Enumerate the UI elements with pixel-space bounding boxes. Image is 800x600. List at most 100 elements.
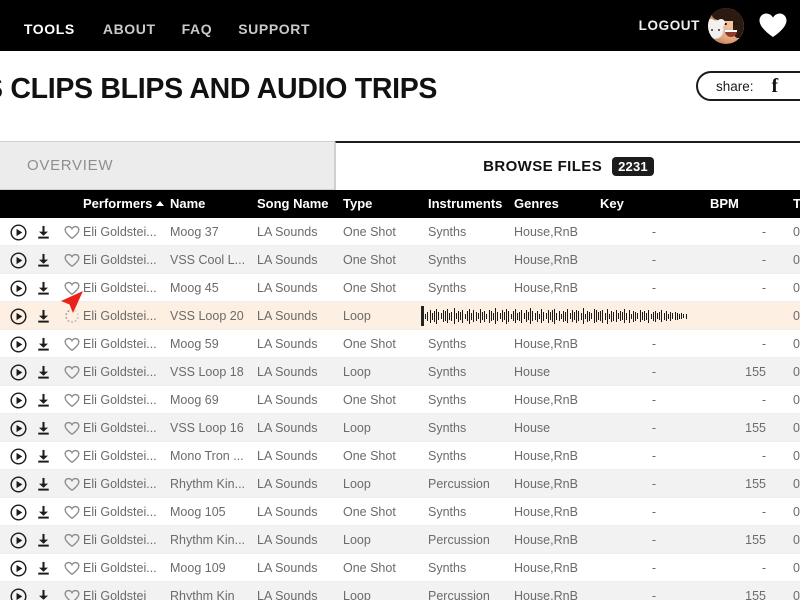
column-header-bpm[interactable]: BPM <box>710 190 739 218</box>
cell-performers: Eli Goldstei... <box>83 421 157 435</box>
cell-bpm: - <box>761 393 766 407</box>
cell-key: - <box>651 449 656 463</box>
play-icon[interactable] <box>10 358 30 386</box>
play-icon[interactable] <box>10 302 30 330</box>
play-icon[interactable] <box>10 582 30 600</box>
download-icon[interactable] <box>36 358 56 386</box>
cell-bpm: - <box>761 337 766 351</box>
play-icon[interactable] <box>10 414 30 442</box>
download-icon[interactable] <box>36 526 56 554</box>
column-header-instruments[interactable]: Instruments <box>428 190 502 218</box>
column-header-key[interactable]: Key <box>600 190 624 218</box>
download-icon[interactable] <box>36 274 56 302</box>
favorite-heart-icon[interactable] <box>64 330 84 358</box>
table-row[interactable]: Eli Goldstei... Moog 45 LA Sounds One Shot S… <box>0 274 800 302</box>
cell-song_name: LA Sounds <box>257 281 318 295</box>
cell-t: 0 <box>793 505 800 519</box>
favorite-heart-icon[interactable] <box>64 218 84 246</box>
table-row[interactable]: Eli Goldstei... Rhythm Kin... LA Sounds Loo… <box>0 526 800 554</box>
cell-type: Loop <box>343 309 371 323</box>
audio-waveform[interactable] <box>421 305 717 327</box>
table-row[interactable]: Eli Goldstei... Mono Tron ... LA Sounds One… <box>0 442 800 470</box>
cell-key: - <box>651 421 656 435</box>
nav-item-about[interactable]: ABOUT <box>103 21 156 37</box>
table-row[interactable]: Eli Goldstei... VSS Cool L... LA Sounds One… <box>0 246 800 274</box>
download-icon[interactable] <box>36 218 56 246</box>
favorite-heart-icon[interactable] <box>64 414 84 442</box>
favorite-heart-icon[interactable] <box>64 246 84 274</box>
play-icon[interactable] <box>10 386 30 414</box>
table-row[interactable]: Eli Goldstei... VSS Loop 20 LA Sounds Loop 0 <box>0 302 800 330</box>
download-icon[interactable] <box>36 330 56 358</box>
favorite-heart-icon[interactable] <box>64 582 84 600</box>
cell-t: 0 <box>793 421 800 435</box>
play-icon[interactable] <box>10 330 30 358</box>
play-icon[interactable] <box>10 274 30 302</box>
favorite-heart-icon[interactable] <box>64 554 84 582</box>
nav-item-support[interactable]: SUPPORT <box>238 21 310 37</box>
favorites-heart-icon[interactable] <box>758 12 788 39</box>
cell-song_name: LA Sounds <box>257 449 318 463</box>
cell-key: - <box>651 505 656 519</box>
download-icon[interactable] <box>36 498 56 526</box>
play-icon[interactable] <box>10 246 30 274</box>
nav-item-faq[interactable]: FAQ <box>182 21 213 37</box>
table-row[interactable]: Eli Goldstei Rhythm Kin LA Sounds Loop Percu… <box>0 582 800 600</box>
play-icon[interactable] <box>10 526 30 554</box>
favorite-heart-icon[interactable] <box>64 442 84 470</box>
cell-t: 0 <box>793 533 800 547</box>
user-avatar-photo[interactable] <box>708 7 744 44</box>
cell-bpm: 155 <box>745 589 766 600</box>
table-row[interactable]: Eli Goldstei... Moog 59 LA Sounds One Shot S… <box>0 330 800 358</box>
column-header-t[interactable]: T <box>793 190 800 218</box>
favorite-heart-icon[interactable] <box>64 274 84 302</box>
play-icon[interactable] <box>10 470 30 498</box>
favorite-heart-icon[interactable] <box>64 358 84 386</box>
favorite-heart-icon[interactable] <box>64 526 84 554</box>
download-icon[interactable] <box>36 386 56 414</box>
download-icon[interactable] <box>36 246 56 274</box>
download-icon[interactable] <box>36 442 56 470</box>
nav-item-tools[interactable]: TOOLS <box>24 21 75 37</box>
column-header-type[interactable]: Type <box>343 190 372 218</box>
download-icon[interactable] <box>36 582 56 600</box>
download-icon[interactable] <box>36 554 56 582</box>
cell-t: 0 <box>793 281 800 295</box>
column-header-performers[interactable]: Performers <box>83 190 165 218</box>
cell-name: VSS Loop 16 <box>170 421 244 435</box>
play-icon[interactable] <box>10 442 30 470</box>
column-header-label: Performers <box>83 196 153 211</box>
table-row[interactable]: Eli Goldstei... Rhythm Kin... LA Sounds Loo… <box>0 470 800 498</box>
download-icon[interactable] <box>36 302 56 330</box>
play-icon[interactable] <box>10 554 30 582</box>
tab-overview[interactable]: OVERVIEW <box>0 141 335 190</box>
browse-files-count-badge: 2231 <box>612 157 654 176</box>
cell-key: - <box>651 365 656 379</box>
cell-type: Loop <box>343 533 371 547</box>
table-row[interactable]: Eli Goldstei... VSS Loop 16 LA Sounds Loop S… <box>0 414 800 442</box>
download-icon[interactable] <box>36 414 56 442</box>
logout-button[interactable]: LOGOUT <box>639 18 700 33</box>
play-icon[interactable] <box>10 218 30 246</box>
facebook-icon[interactable]: f <box>772 76 779 96</box>
share-button[interactable]: share: f <box>696 71 800 101</box>
cell-song_name: LA Sounds <box>257 365 318 379</box>
table-row[interactable]: Eli Goldstei... VSS Loop 18 LA Sounds Loop S… <box>0 358 800 386</box>
table-row[interactable]: Eli Goldstei... Moog 105 LA Sounds One Shot… <box>0 498 800 526</box>
nav-user-area: LOGOUT <box>639 0 800 51</box>
table-row[interactable]: Eli Goldstei... Moog 69 LA Sounds One Shot S… <box>0 386 800 414</box>
cell-key: - <box>651 225 656 239</box>
column-header-genres[interactable]: Genres <box>514 190 559 218</box>
tab-browse-files[interactable]: BROWSE FILES 2231 <box>335 141 800 190</box>
play-icon[interactable] <box>10 498 30 526</box>
column-header-name[interactable]: Name <box>170 190 205 218</box>
cell-performers: Eli Goldstei... <box>83 505 157 519</box>
favorite-heart-icon[interactable] <box>64 386 84 414</box>
cell-genres: House,RnB <box>514 449 578 463</box>
column-header-song_name[interactable]: Song Name <box>257 190 329 218</box>
table-row[interactable]: Eli Goldstei... Moog 109 LA Sounds One Shot… <box>0 554 800 582</box>
favorite-heart-icon[interactable] <box>64 498 84 526</box>
table-row[interactable]: Eli Goldstei... Moog 37 LA Sounds One Shot S… <box>0 218 800 246</box>
download-icon[interactable] <box>36 470 56 498</box>
favorite-heart-icon[interactable] <box>64 470 84 498</box>
